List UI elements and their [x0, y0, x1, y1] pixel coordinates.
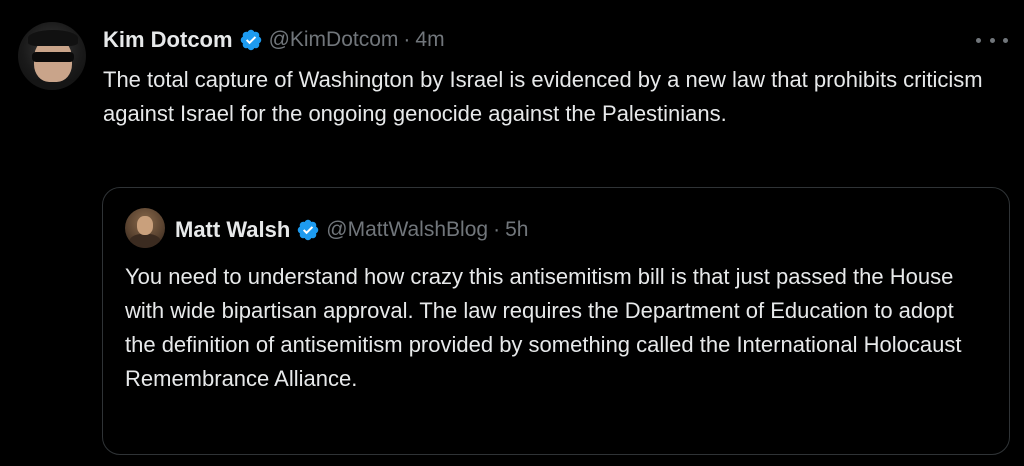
verified-badge-icon: [296, 218, 320, 242]
verified-badge-icon[interactable]: [239, 28, 263, 52]
separator-dot: ·: [403, 28, 411, 51]
tweet[interactable]: Kim Dotcom @KimDotcom · 4m The total cap…: [0, 0, 1024, 466]
author-handle[interactable]: @KimDotcom: [269, 28, 399, 52]
author-name[interactable]: Kim Dotcom: [103, 27, 233, 53]
quoted-tweet-header: Matt Walsh @MattWalshBlog · 5h: [175, 216, 528, 244]
author-avatar[interactable]: [18, 22, 86, 90]
quoted-author-handle: @MattWalshBlog: [326, 218, 489, 241]
separator-dot: ·: [493, 218, 501, 241]
more-options-icon[interactable]: [976, 30, 1008, 50]
quoted-tweet[interactable]: Matt Walsh @MattWalshBlog · 5h You need …: [102, 187, 1010, 455]
quoted-tweet-text: You need to understand how crazy this an…: [125, 264, 962, 391]
tweet-text: The total capture of Washington by Israe…: [103, 67, 983, 126]
quoted-tweet-timestamp: 5h: [505, 218, 529, 241]
quoted-author-name: Matt Walsh: [175, 217, 291, 242]
tweet-header: Kim Dotcom @KimDotcom · 4m: [103, 26, 445, 54]
tweet-timestamp[interactable]: 4m: [415, 28, 444, 52]
quoted-author-avatar[interactable]: [125, 208, 165, 248]
